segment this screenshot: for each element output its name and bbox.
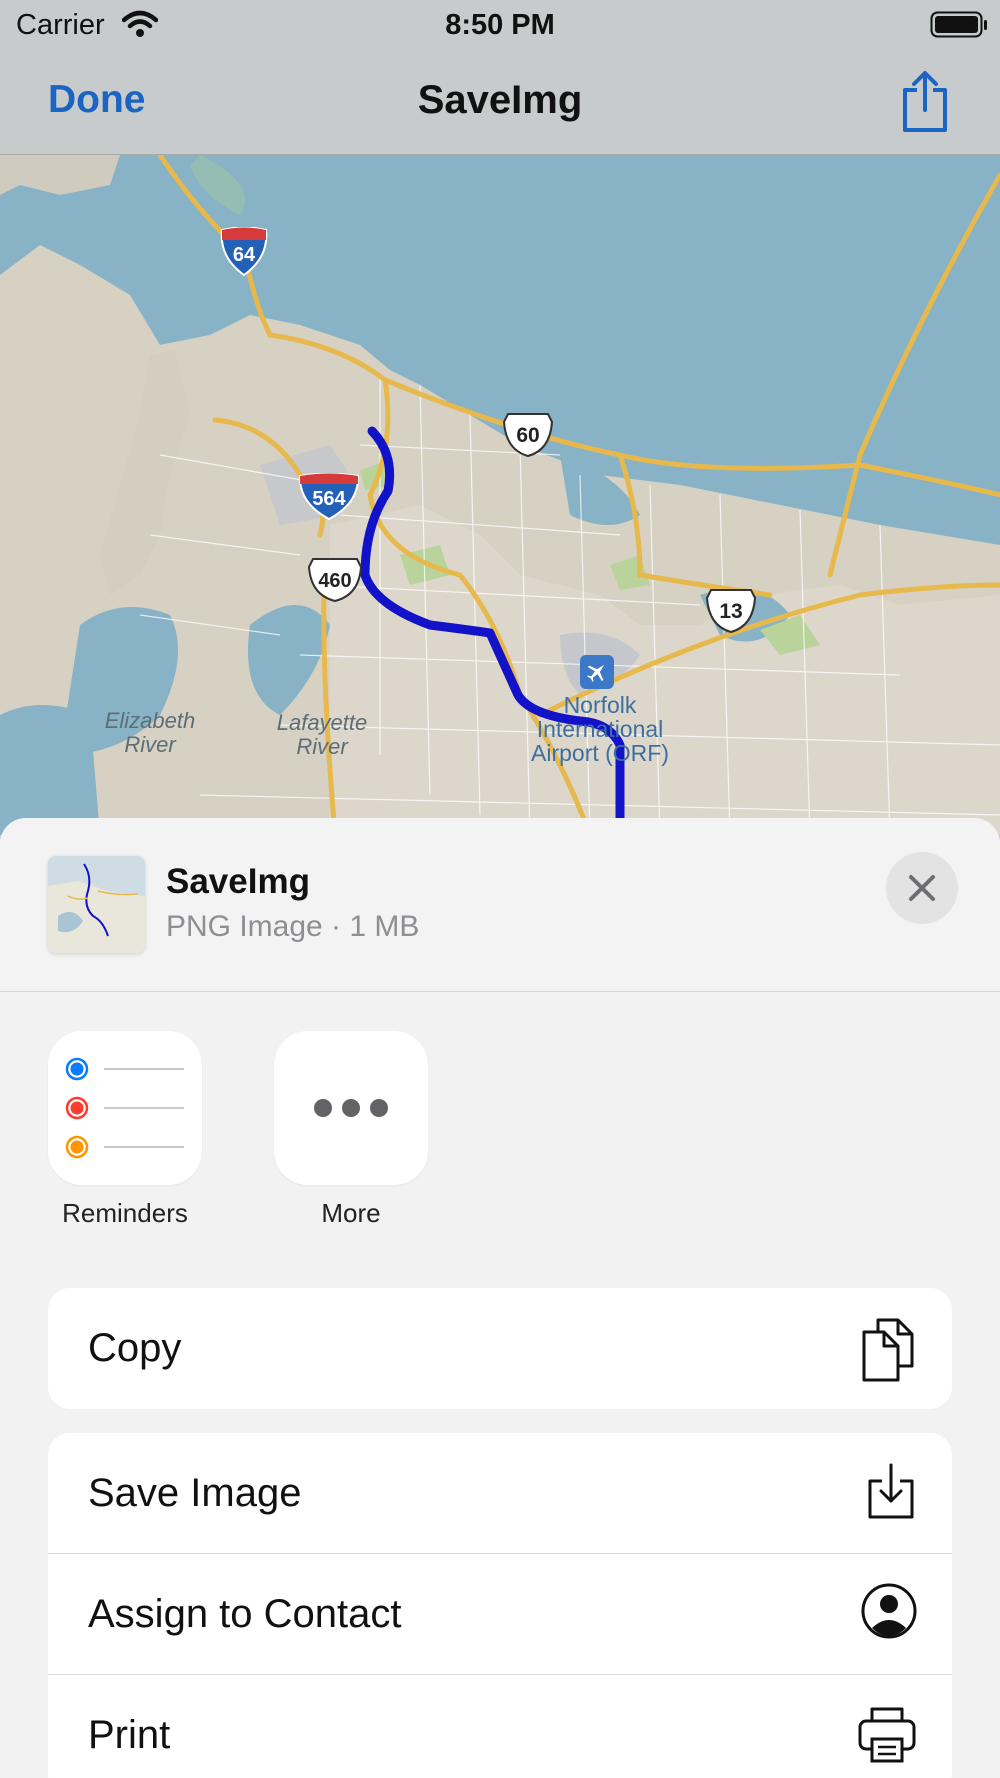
share-icon[interactable]: [900, 70, 950, 139]
copy-action-group: Copy: [48, 1288, 952, 1409]
us-460-shield: 460: [307, 557, 363, 603]
airport-icon: [580, 655, 614, 689]
close-icon: [909, 875, 935, 901]
elizabeth-river-label: Elizabeth River: [104, 708, 196, 757]
save-download-icon: [864, 1461, 918, 1526]
save-image-action[interactable]: Save Image: [48, 1433, 952, 1554]
reminders-app-button[interactable]: [48, 1031, 202, 1185]
save-image-label: Save Image: [88, 1471, 302, 1515]
us-13-shield: 13: [705, 588, 757, 634]
print-label: Print: [88, 1713, 171, 1757]
contact-icon: [860, 1582, 918, 1645]
copy-icon: [860, 1316, 918, 1389]
battery-icon: [930, 11, 988, 44]
more-icon: [314, 1099, 388, 1117]
image-actions-group: Save Image Assign to Contact Print: [48, 1433, 952, 1778]
page-title: SaveImg: [417, 78, 583, 122]
reminders-icon: [65, 1057, 184, 1159]
copy-label: Copy: [88, 1326, 182, 1370]
file-info: PNG Image · 1 MB: [166, 910, 420, 943]
image-thumbnail: [48, 856, 145, 953]
status-bar: Carrier 8:50 PM: [0, 0, 1000, 52]
print-action[interactable]: Print: [48, 1675, 952, 1778]
map-view[interactable]: 64 564 60 460 13 Norfolk International A…: [0, 155, 1000, 835]
share-sheet: SaveImg PNG Image · 1 MB Reminders More: [0, 818, 1000, 1778]
us-60-shield: 60: [502, 412, 554, 458]
airport-label: Norfolk International Airport (ORF): [531, 692, 669, 766]
lafayette-river-label: Lafayette River: [276, 710, 368, 759]
status-time: 8:50 PM: [445, 9, 555, 41]
interstate-64-shield: 64: [219, 227, 269, 277]
more-apps-button[interactable]: [274, 1031, 428, 1185]
interstate-564-shield: 564: [297, 473, 361, 521]
navigation-bar: Done SaveImg: [0, 52, 1000, 155]
reminders-app-label: Reminders: [62, 1198, 188, 1228]
file-name: SaveImg: [166, 862, 310, 901]
assign-to-contact-action[interactable]: Assign to Contact: [48, 1554, 952, 1675]
close-button[interactable]: [886, 852, 958, 924]
assign-to-contact-label: Assign to Contact: [88, 1592, 402, 1636]
printer-icon: [856, 1703, 918, 1770]
copy-action[interactable]: Copy: [48, 1288, 952, 1409]
more-apps-label: More: [321, 1198, 381, 1228]
share-sheet-header: SaveImg PNG Image · 1 MB: [0, 818, 1000, 992]
